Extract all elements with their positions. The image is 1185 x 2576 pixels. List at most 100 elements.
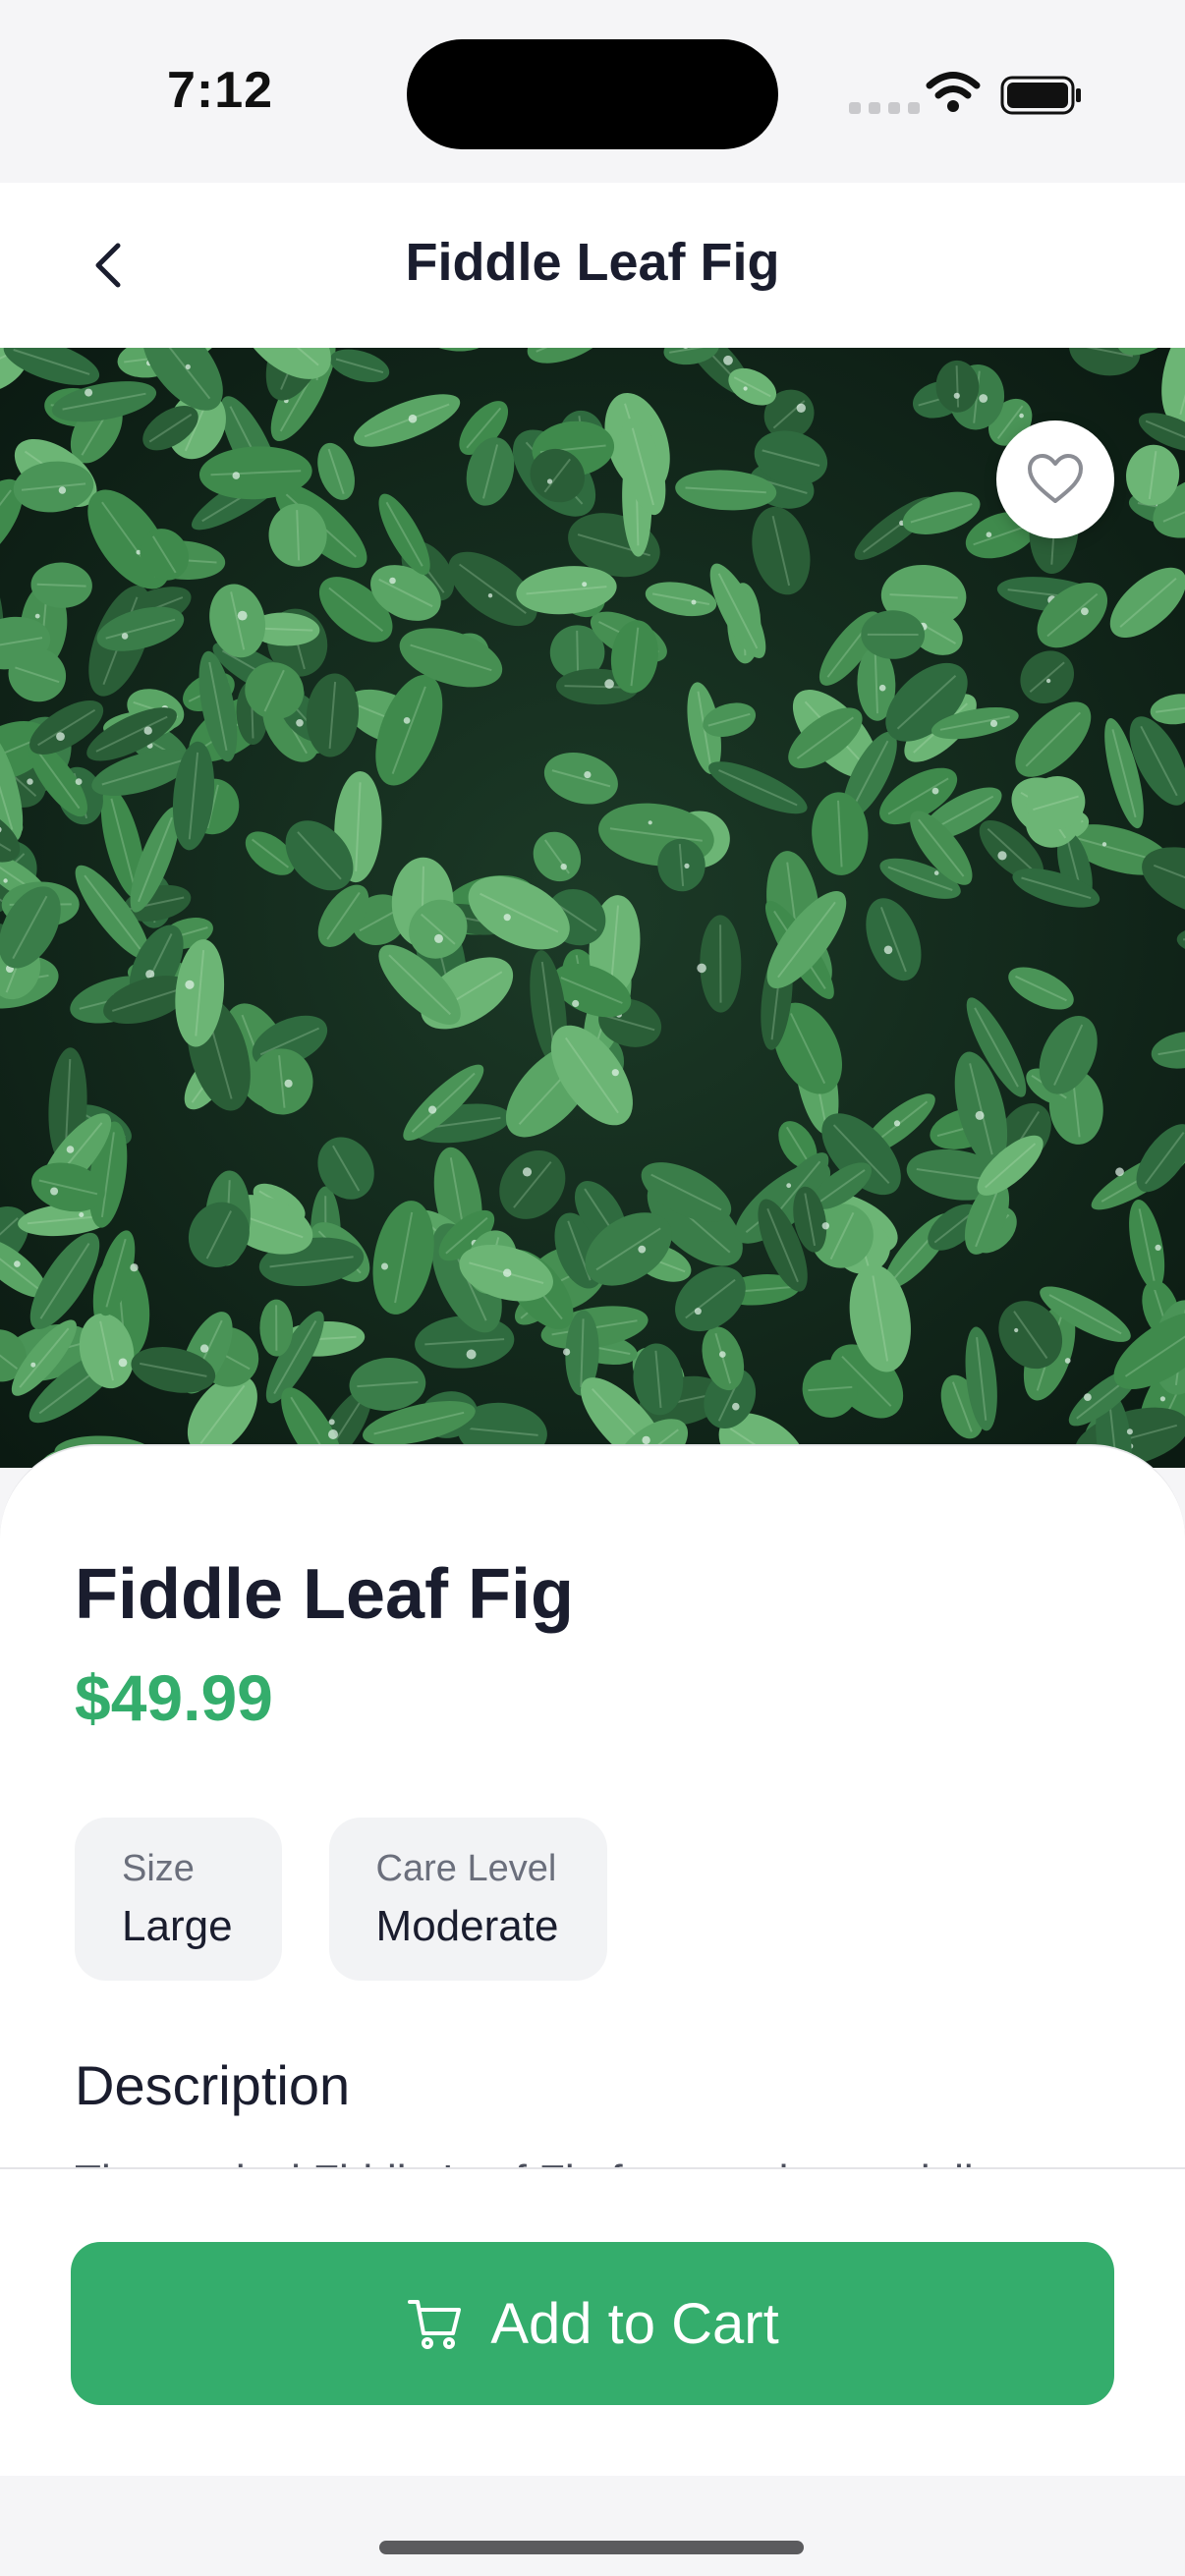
size-value: Large — [122, 1902, 233, 1950]
add-to-cart-button[interactable]: Add to Cart — [71, 2242, 1114, 2405]
water-droplet — [118, 1358, 128, 1368]
attribute-chips: Size Large Care Level Moderate — [75, 1818, 608, 1981]
wifi-icon — [926, 72, 981, 112]
water-droplet — [66, 1146, 75, 1153]
water-droplet — [878, 684, 886, 692]
care-level-chip: Care Level Moderate — [328, 1818, 608, 1981]
water-droplet — [1081, 607, 1089, 616]
product-detail-screen: 7:12 Fiddle Leaf Fig Fiddle Leaf Fig $49… — [0, 0, 1185, 2576]
water-droplet — [30, 1362, 36, 1368]
water-droplet — [503, 914, 511, 922]
water-droplet — [14, 1260, 21, 1267]
favorite-button[interactable] — [996, 420, 1114, 538]
water-droplet — [546, 478, 553, 484]
water-droplet — [199, 1344, 209, 1353]
water-droplet — [582, 582, 588, 588]
water-droplet — [611, 1069, 619, 1077]
size-label: Size — [122, 1848, 195, 1889]
water-droplet — [883, 945, 893, 955]
water-droplet — [487, 593, 493, 598]
water-droplet — [796, 403, 806, 413]
water-droplet — [1126, 1428, 1133, 1435]
water-droplet — [296, 719, 304, 727]
water-droplet — [648, 820, 652, 825]
water-droplet — [893, 1120, 901, 1127]
water-droplet — [572, 999, 580, 1008]
dynamic-island — [407, 39, 778, 149]
product-image — [0, 348, 1185, 1468]
water-droplet — [638, 1245, 647, 1254]
water-droplet — [1014, 1327, 1019, 1333]
water-droplet — [584, 771, 592, 779]
status-bar: 7:12 — [0, 0, 1185, 183]
water-droplet — [143, 726, 152, 735]
water-droplet — [503, 1268, 512, 1277]
water-droplet — [989, 719, 998, 727]
water-droplet — [642, 1435, 650, 1445]
water-droplet — [563, 1348, 571, 1356]
water-droplet — [1045, 678, 1051, 684]
water-droplet — [466, 1349, 477, 1360]
water-droplet — [719, 1351, 726, 1358]
water-droplet — [85, 388, 93, 397]
water-droplet — [1159, 1396, 1165, 1402]
water-droplet — [328, 1419, 335, 1426]
water-droplet — [3, 878, 8, 883]
cart-icon — [408, 2300, 462, 2349]
water-droplet — [560, 864, 567, 870]
water-droplet — [408, 414, 418, 423]
status-time: 7:12 — [167, 62, 274, 119]
water-droplet — [403, 717, 411, 724]
water-droplet — [1019, 413, 1024, 419]
water-droplet — [1101, 842, 1107, 847]
water-droplet — [1064, 1358, 1071, 1364]
add-to-cart-label: Add to Cart — [490, 2291, 779, 2356]
water-droplet — [975, 1110, 985, 1120]
water-droplet — [1115, 1167, 1124, 1177]
water-droplet — [56, 732, 65, 741]
water-droplet — [694, 1308, 702, 1316]
water-droplet — [1155, 1244, 1161, 1251]
water-droplet — [786, 1183, 792, 1189]
water-droplet — [732, 1402, 740, 1411]
water-droplet — [821, 1222, 829, 1230]
bottom-action-bar: Add to Cart — [0, 2167, 1185, 2476]
home-indicator-area — [0, 2476, 1185, 2576]
description-heading: Description — [75, 2054, 351, 2116]
water-droplet — [50, 1187, 59, 1196]
water-droplet — [522, 1167, 533, 1177]
water-droplet — [697, 963, 706, 974]
water-droplet — [1084, 1393, 1092, 1401]
water-droplet — [979, 394, 988, 403]
page-title: Fiddle Leaf Fig — [405, 233, 780, 292]
water-droplet — [743, 386, 748, 391]
care-level-label: Care Level — [375, 1848, 557, 1889]
product-name: Fiddle Leaf Fig — [75, 1555, 575, 1634]
water-droplet — [434, 933, 443, 943]
plant-foliage-photo — [0, 348, 1185, 1468]
water-droplet — [130, 1263, 139, 1272]
water-droplet — [723, 355, 733, 365]
water-droplet — [185, 980, 195, 989]
water-droplet — [997, 851, 1007, 861]
water-droplet — [237, 610, 248, 621]
water-droplet — [691, 599, 697, 605]
care-level-value: Moderate — [375, 1902, 559, 1950]
water-droplet — [58, 486, 67, 494]
water-droplet — [381, 1262, 388, 1270]
water-droplet — [684, 863, 690, 869]
water-droplet — [931, 787, 939, 795]
water-droplet — [34, 613, 40, 619]
water-droplet — [328, 1429, 338, 1439]
water-droplet — [185, 364, 191, 369]
water-droplet — [933, 870, 939, 875]
water-droplet — [79, 1212, 85, 1217]
water-droplet — [284, 1079, 293, 1088]
water-droplet — [27, 778, 33, 785]
water-droplet — [75, 778, 83, 785]
home-indicator[interactable] — [379, 2541, 804, 2554]
top-navigation-bar: Fiddle Leaf Fig — [0, 183, 1185, 348]
product-price: $49.99 — [75, 1661, 273, 1734]
water-droplet — [232, 472, 241, 479]
water-droplet — [986, 532, 992, 537]
